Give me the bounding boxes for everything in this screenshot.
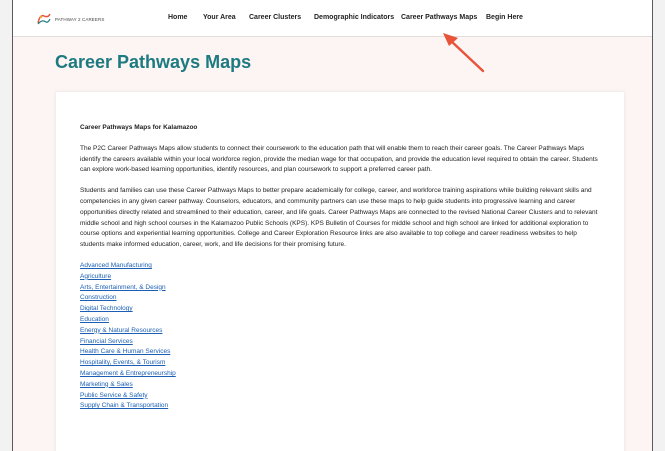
logo-text: PATHWAY 2 CAREERS bbox=[55, 16, 105, 22]
list-item: Construction bbox=[80, 293, 600, 304]
nav-demographic-indicators[interactable]: Demographic Indicators bbox=[314, 14, 394, 21]
nav-begin-here[interactable]: Begin Here bbox=[486, 14, 523, 21]
list-item: Health Care & Human Services bbox=[80, 347, 600, 358]
page-title: Career Pathways Maps bbox=[55, 52, 252, 72]
list-item: Hospitality, Events, & Tourism bbox=[80, 358, 600, 369]
list-item: Digital Technology bbox=[80, 304, 600, 315]
cluster-link-construction[interactable]: Construction bbox=[80, 294, 117, 301]
list-item: Management & Entrepreneurship bbox=[80, 369, 600, 380]
site-logo[interactable]: PATHWAY 2 CAREERS bbox=[37, 13, 104, 25]
list-item: Education bbox=[80, 315, 600, 326]
content-card: Career Pathways Maps for Kalamazoo The P… bbox=[56, 92, 624, 451]
nav-career-clusters[interactable]: Career Clusters bbox=[249, 14, 301, 21]
list-item: Agriculture bbox=[80, 272, 600, 283]
list-item: Marketing & Sales bbox=[80, 380, 600, 391]
list-item: Financial Services bbox=[80, 337, 600, 348]
section-heading: Career Pathways Maps for Kalamazoo bbox=[80, 124, 198, 131]
intro-paragraph: The P2C Career Pathways Maps allow stude… bbox=[80, 144, 598, 174]
cluster-link-supply-chain[interactable]: Supply Chain & Transportation bbox=[80, 402, 168, 409]
content-body: Career Pathways Maps for Kalamazoo The P… bbox=[80, 123, 600, 412]
cluster-link-marketing[interactable]: Marketing & Sales bbox=[80, 381, 133, 388]
cluster-link-public-service[interactable]: Public Service & Safety bbox=[80, 392, 148, 399]
cluster-link-list: Advanced Manufacturing Agriculture Arts,… bbox=[80, 261, 600, 412]
nav-your-area[interactable]: Your Area bbox=[203, 14, 236, 21]
logo-mark-icon bbox=[37, 13, 51, 25]
browser-page: PATHWAY 2 CAREERS Home Your Area Career … bbox=[12, 0, 653, 451]
cluster-link-energy[interactable]: Energy & Natural Resources bbox=[80, 327, 162, 334]
list-item: Arts, Entertainment, & Design bbox=[80, 283, 600, 294]
cluster-link-digital-technology[interactable]: Digital Technology bbox=[80, 305, 133, 312]
site-header: PATHWAY 2 CAREERS Home Your Area Career … bbox=[13, 0, 652, 37]
annotation-arrow-icon bbox=[443, 33, 485, 73]
nav-home[interactable]: Home bbox=[168, 14, 187, 21]
cluster-link-advanced-manufacturing[interactable]: Advanced Manufacturing bbox=[80, 262, 152, 269]
list-item: Supply Chain & Transportation bbox=[80, 401, 600, 412]
usage-paragraph: Students and families can use these Care… bbox=[80, 187, 598, 249]
list-item: Public Service & Safety bbox=[80, 391, 600, 402]
cluster-link-hospitality[interactable]: Hospitality, Events, & Tourism bbox=[80, 359, 165, 366]
cluster-link-management[interactable]: Management & Entrepreneurship bbox=[80, 370, 176, 377]
list-item: Energy & Natural Resources bbox=[80, 326, 600, 337]
cluster-link-agriculture[interactable]: Agriculture bbox=[80, 273, 111, 280]
list-item: Advanced Manufacturing bbox=[80, 261, 600, 272]
cluster-link-financial-services[interactable]: Financial Services bbox=[80, 338, 133, 345]
cluster-link-health-care[interactable]: Health Care & Human Services bbox=[80, 348, 170, 355]
cluster-link-education[interactable]: Education bbox=[80, 316, 109, 323]
nav-career-pathways-maps[interactable]: Career Pathways Maps bbox=[401, 14, 477, 21]
cluster-link-arts[interactable]: Arts, Entertainment, & Design bbox=[80, 284, 166, 291]
